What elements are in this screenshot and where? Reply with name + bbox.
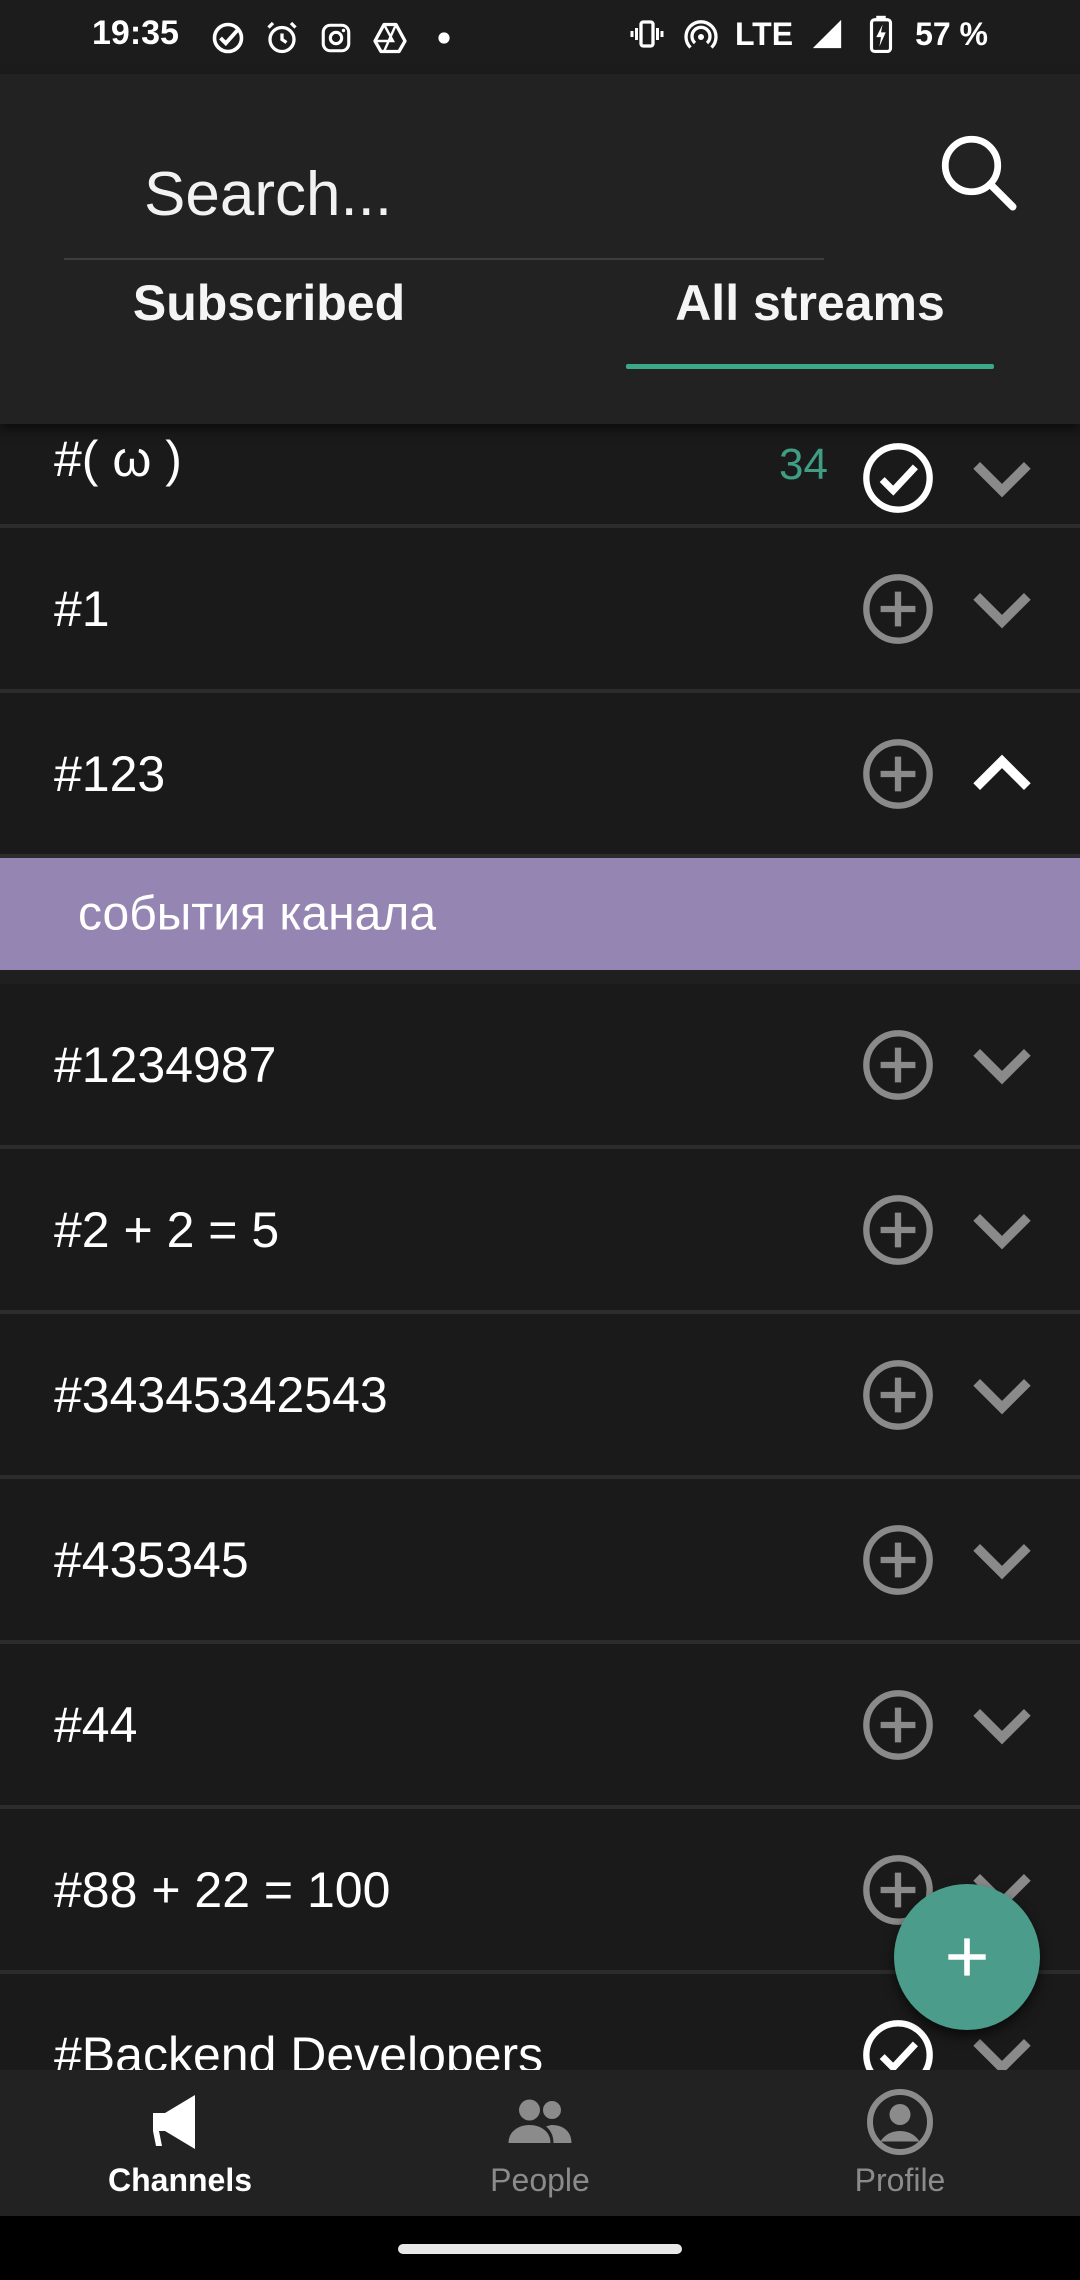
chevron-down-icon [973, 1048, 1031, 1084]
tab-all-streams[interactable]: All streams [626, 274, 994, 354]
expand-button[interactable] [964, 1192, 1040, 1268]
subscribe-button[interactable] [860, 1522, 936, 1598]
plus-circle-icon [863, 1524, 933, 1595]
stream-name: #1234987 [54, 1036, 277, 1093]
nav-label: People [490, 2162, 590, 2198]
stream-row[interactable]: #1234987 [0, 984, 1080, 1149]
subscribe-button[interactable] [860, 736, 936, 812]
chevron-down-icon [973, 1378, 1031, 1414]
plus-icon [948, 1938, 986, 1976]
battery-percent: 57 % [915, 15, 988, 52]
stream-row[interactable]: #44 [0, 1644, 1080, 1809]
subscribe-button[interactable] [860, 1192, 936, 1268]
stream-row[interactable]: #34345342543 [0, 1314, 1080, 1479]
app-header: Subscribed All streams [0, 74, 1080, 424]
stream-name: #1 [54, 580, 110, 637]
expand-button[interactable] [964, 1687, 1040, 1763]
topic-label: события канала [78, 887, 437, 941]
stream-name: #123 [54, 745, 166, 802]
stream-list: #( ω ) 34 #1 #123 события канала #123498… [0, 424, 1080, 2139]
plus-circle-icon [863, 1194, 933, 1265]
nav-label: Profile [854, 2162, 946, 2198]
drive-icon [370, 18, 410, 58]
active-tab-indicator [626, 364, 994, 369]
dot-icon [424, 18, 464, 58]
signal-icon [807, 14, 847, 54]
topic-item[interactable]: события канала [0, 858, 1080, 984]
vibrate-icon [627, 14, 667, 54]
unread-count: 34 [779, 440, 828, 489]
nav-people[interactable]: People [360, 2070, 720, 2216]
nav-channels[interactable]: Channels [0, 2070, 360, 2216]
stream-name: #88 + 22 = 100 [54, 1861, 391, 1918]
subscribe-button[interactable] [860, 571, 936, 647]
search-input[interactable] [64, 130, 824, 260]
nav-label: Channels [107, 2162, 253, 2198]
stream-row[interactable]: #2 + 2 = 5 [0, 1149, 1080, 1314]
alarm-icon [262, 18, 302, 58]
plus-circle-icon [863, 1029, 933, 1100]
chevron-up-icon [973, 754, 1031, 790]
collapse-button[interactable] [964, 736, 1040, 812]
chevron-down-icon [973, 461, 1031, 498]
check-circle-icon [863, 443, 933, 513]
expand-button[interactable] [964, 1522, 1040, 1598]
bottom-navigation: Channels People Profile [0, 2070, 1080, 2216]
stream-name: #2 + 2 = 5 [54, 1201, 280, 1258]
notification-icons [208, 18, 464, 58]
system-gesture-area [0, 2216, 1080, 2280]
status-bar: 19:35 LTE 57 % [0, 0, 1080, 74]
chevron-down-icon [973, 592, 1031, 628]
plus-circle-icon [863, 573, 933, 644]
chevron-down-icon [973, 1543, 1031, 1579]
expand-button[interactable] [964, 440, 1040, 516]
stream-row[interactable]: #435345 [0, 1479, 1080, 1644]
plus-circle-icon [863, 738, 933, 809]
stream-row[interactable]: #1 [0, 528, 1080, 693]
expand-button[interactable] [964, 571, 1040, 647]
expand-button[interactable] [964, 1357, 1040, 1433]
home-gesture-bar[interactable] [398, 2244, 682, 2254]
plus-circle-icon [863, 1689, 933, 1760]
check-circle-icon [208, 18, 248, 58]
stream-name: #( ω ) [54, 431, 182, 487]
nav-profile[interactable]: Profile [720, 2070, 1080, 2216]
unsubscribe-button[interactable] [860, 440, 936, 516]
stream-row[interactable]: #123 [0, 693, 1080, 858]
network-type: LTE [735, 15, 794, 52]
megaphone-icon [153, 2095, 195, 2149]
subscribe-button[interactable] [860, 1027, 936, 1103]
tab-subscribed[interactable]: Subscribed [64, 274, 474, 354]
battery-charging-icon [861, 14, 901, 54]
search-icon [941, 135, 1017, 211]
hotspot-icon [681, 14, 721, 54]
subscribe-button[interactable] [860, 1357, 936, 1433]
status-time: 19:35 [92, 14, 179, 52]
chevron-down-icon [973, 1708, 1031, 1744]
profile-icon [867, 2089, 933, 2155]
system-icons: LTE 57 % [627, 14, 988, 54]
instagram-icon [316, 18, 356, 58]
expand-button[interactable] [964, 1027, 1040, 1103]
chevron-down-icon [973, 1213, 1031, 1249]
search-button[interactable] [934, 128, 1024, 218]
people-icon [508, 2099, 572, 2143]
stream-name: #44 [54, 1696, 138, 1753]
plus-circle-icon [863, 1359, 933, 1430]
create-stream-button[interactable] [894, 1884, 1040, 2030]
subscribe-button[interactable] [860, 1687, 936, 1763]
stream-name: #34345342543 [54, 1366, 388, 1423]
stream-row[interactable]: #( ω ) 34 [0, 424, 1080, 528]
stream-name: #435345 [54, 1531, 249, 1588]
